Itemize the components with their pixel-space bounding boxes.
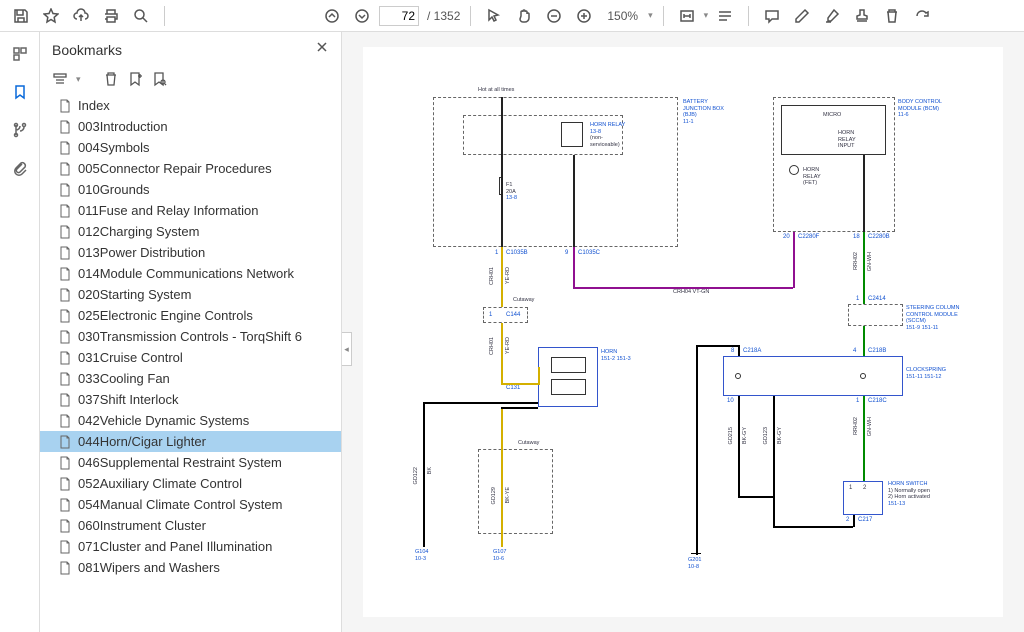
zoom-level-select[interactable]: 150% (607, 9, 638, 23)
reflow-icon[interactable] (712, 3, 738, 29)
bookmarks-title: Bookmarks (52, 42, 122, 58)
thumbnails-icon[interactable] (6, 40, 34, 68)
bookmark-item[interactable]: 033Cooling Fan (40, 368, 341, 389)
bookmark-item[interactable]: 014Module Communications Network (40, 263, 341, 284)
fit-width-icon[interactable] (674, 3, 700, 29)
bookmark-item[interactable]: 060Instrument Cluster (40, 515, 341, 536)
bookmark-item[interactable]: 031Cruise Control (40, 347, 341, 368)
bookmark-item[interactable]: 013Power Distribution (40, 242, 341, 263)
zoom-out-icon[interactable] (541, 3, 567, 29)
branches-icon[interactable] (6, 116, 34, 144)
bookmark-item[interactable]: 037Shift Interlock (40, 389, 341, 410)
bookmark-item[interactable]: 046Supplemental Restraint System (40, 452, 341, 473)
wiring-diagram: BATTERY JUNCTION BOX (BJB)11-1 Hot at al… (403, 67, 963, 587)
bookmark-list[interactable]: Index003Introduction004Symbols005Connect… (40, 95, 341, 632)
bookmark-item[interactable]: 020Starting System (40, 284, 341, 305)
attachment-icon[interactable] (6, 154, 34, 182)
save-icon[interactable] (8, 3, 34, 29)
highlight-icon[interactable] (819, 3, 845, 29)
bookmark-item[interactable]: 042Vehicle Dynamic Systems (40, 410, 341, 431)
bookmark-item[interactable]: 005Connector Repair Procedures (40, 158, 341, 179)
sccm-box (848, 304, 903, 326)
pointer-icon[interactable] (481, 3, 507, 29)
redo-icon[interactable] (909, 3, 935, 29)
bookmarks-panel: Bookmarks ▾ Index003Introduction004Symbo… (40, 32, 342, 632)
bookmark-item[interactable]: 071Cluster and Panel Illumination (40, 536, 341, 557)
horn-box (538, 347, 598, 407)
hand-icon[interactable] (511, 3, 537, 29)
page-down-icon[interactable] (349, 3, 375, 29)
search-bookmark-icon[interactable] (151, 71, 167, 87)
bookmark-item[interactable]: 025Electronic Engine Controls (40, 305, 341, 326)
page-total-label: / 1352 (427, 9, 460, 23)
stamp-icon[interactable] (849, 3, 875, 29)
document-area[interactable]: ◂ BATTERY JUNCTION BOX (BJB)11-1 Hot at … (342, 32, 1024, 632)
delete-bookmark-icon[interactable] (103, 71, 119, 87)
left-rail (0, 32, 40, 632)
bookmark-item[interactable]: 052Auxiliary Climate Control (40, 473, 341, 494)
bookmark-item[interactable]: 010Grounds (40, 179, 341, 200)
bookmark-item[interactable]: 030Transmission Controls - TorqShift 6 (40, 326, 341, 347)
pencil-icon[interactable] (789, 3, 815, 29)
document-page: BATTERY JUNCTION BOX (BJB)11-1 Hot at al… (363, 47, 1003, 617)
bjb-label: BATTERY JUNCTION BOX (BJB)11-1 (683, 99, 733, 125)
bookmark-item[interactable]: 003Introduction (40, 116, 341, 137)
close-icon[interactable] (315, 40, 329, 59)
expand-icon[interactable] (52, 71, 68, 87)
add-bookmark-icon[interactable] (127, 71, 143, 87)
print-icon[interactable] (98, 3, 124, 29)
panel-collapse-handle[interactable]: ◂ (342, 332, 352, 366)
bookmark-item[interactable]: 004Symbols (40, 137, 341, 158)
search-icon[interactable] (128, 3, 154, 29)
bookmark-item[interactable]: 011Fuse and Relay Information (40, 200, 341, 221)
page-number-input[interactable] (379, 6, 419, 26)
bookmark-item[interactable]: 054Manual Climate Control System (40, 494, 341, 515)
comment-icon[interactable] (759, 3, 785, 29)
page-up-icon[interactable] (319, 3, 345, 29)
bookmark-item[interactable]: 081Wipers and Washers (40, 557, 341, 578)
zoom-in-icon[interactable] (571, 3, 597, 29)
bookmark-item[interactable]: 012Charging System (40, 221, 341, 242)
top-toolbar: / 1352 150%▾ ▾ (0, 0, 1024, 32)
bookmark-tools: ▾ (40, 67, 341, 95)
bookmark-item[interactable]: 044Horn/Cigar Lighter (40, 431, 341, 452)
star-icon[interactable] (38, 3, 64, 29)
clockspring-box (723, 356, 903, 396)
bookmark-item[interactable]: Index (40, 95, 341, 116)
cloud-upload-icon[interactable] (68, 3, 94, 29)
trash-icon[interactable] (879, 3, 905, 29)
bookmarks-icon[interactable] (6, 78, 34, 106)
